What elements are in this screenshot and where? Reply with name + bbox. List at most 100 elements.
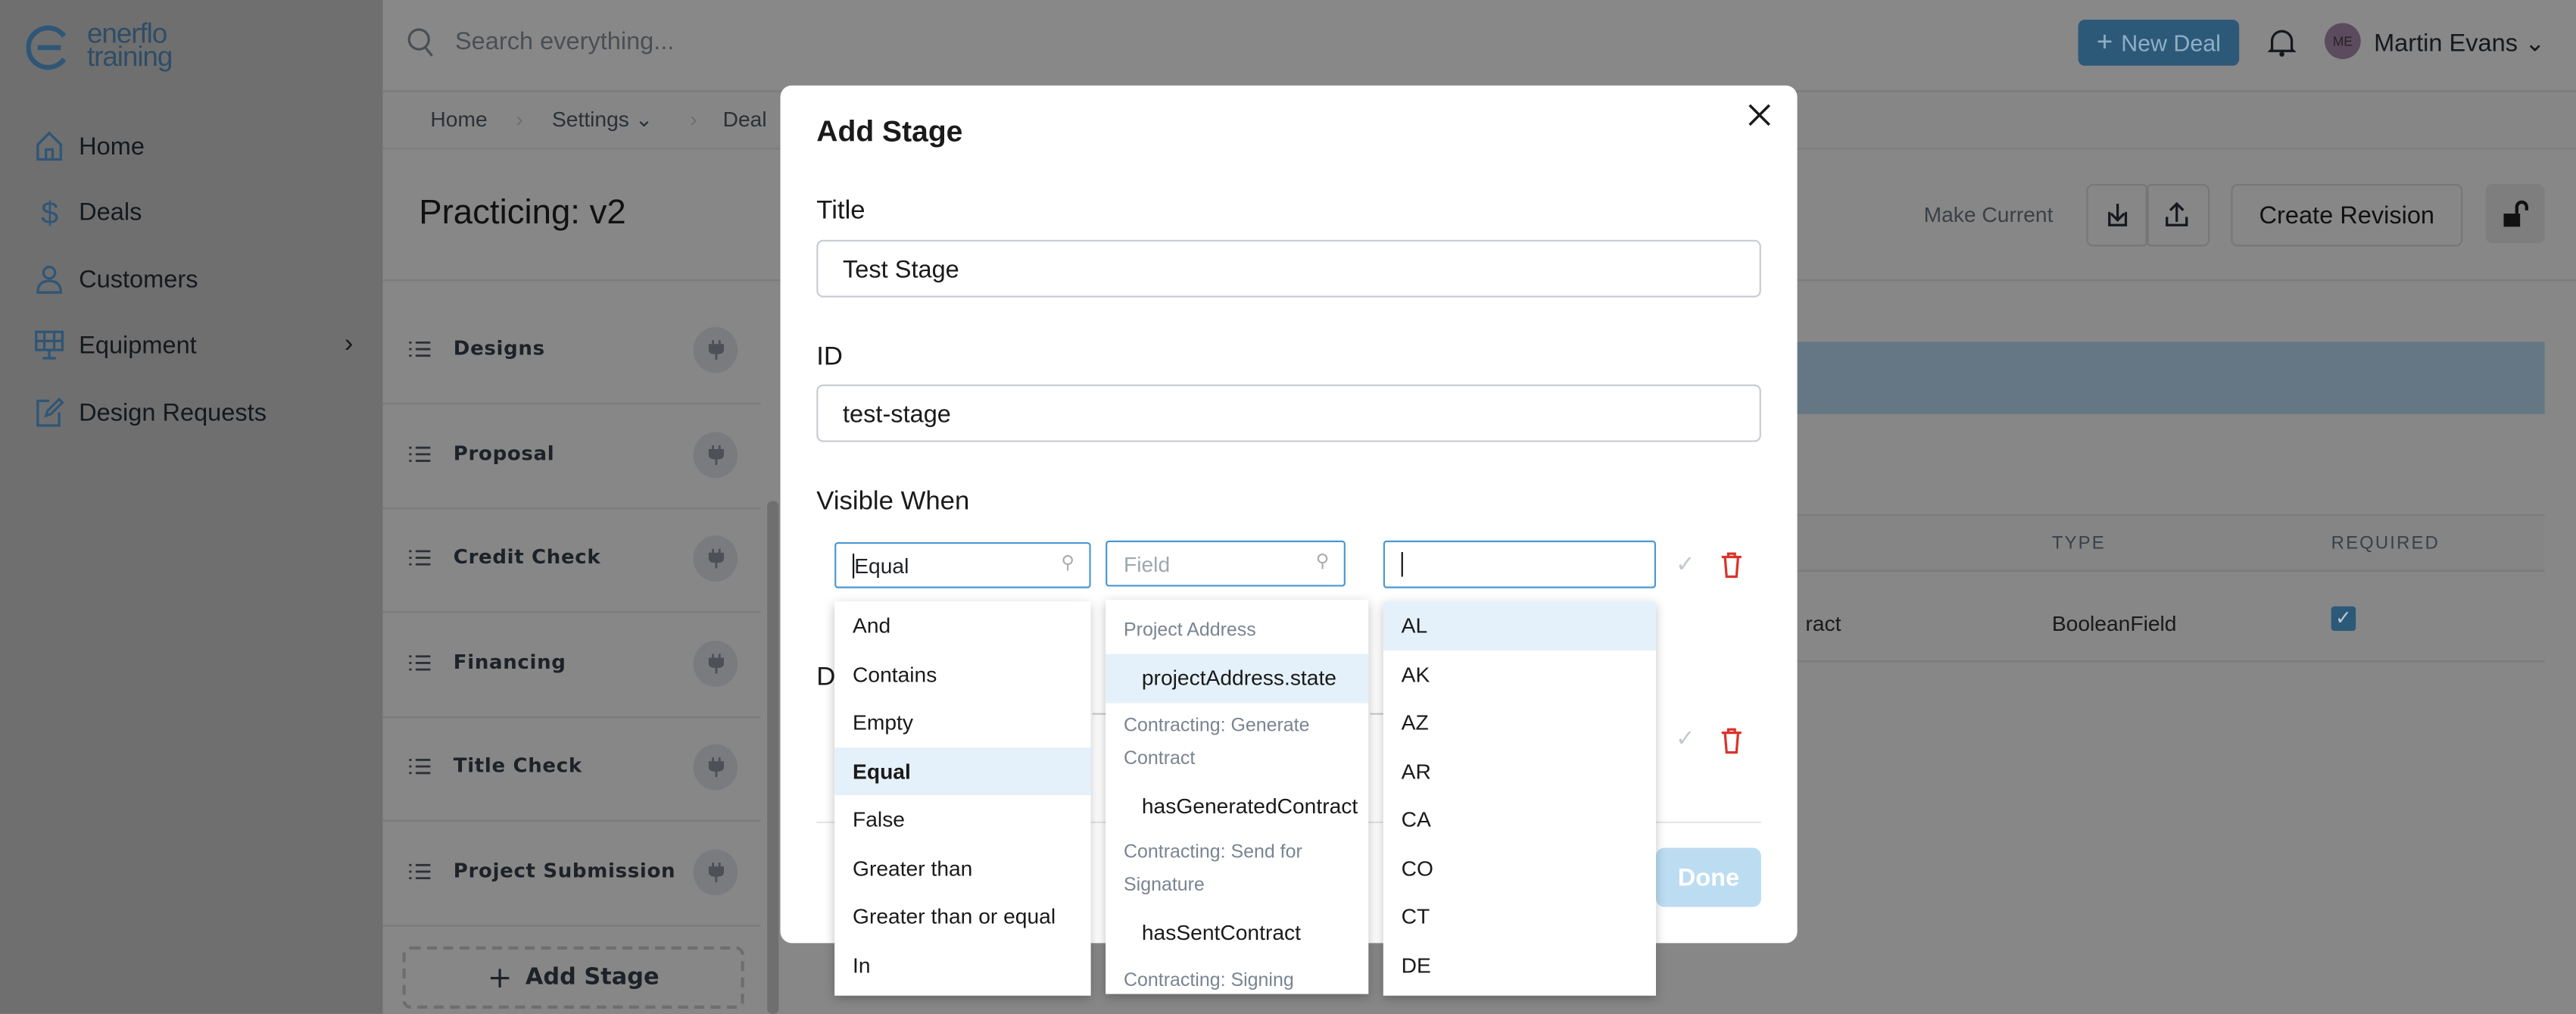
sidebar-item-customers[interactable]: Customers [33,258,353,301]
stage-item[interactable]: Credit Check [382,508,761,613]
info-banner [1797,342,2545,414]
enerflo-logo-icon [26,25,67,70]
new-deal-button[interactable]: + New Deal [2078,20,2240,66]
stage-item[interactable]: Financing [382,613,761,718]
field-option[interactable]: hasGeneratedContract [1106,782,1368,830]
operator-option[interactable]: And [834,601,1090,650]
stage-item[interactable]: Title Check [382,717,761,822]
breadcrumb-home[interactable]: Home [430,107,487,132]
lock-button[interactable] [2485,183,2545,244]
operator-option[interactable]: Greater than or equal [834,892,1090,941]
value-input[interactable] [1383,540,1656,588]
operator-select[interactable]: Equal ⚲ [834,541,1091,588]
scrollbar[interactable] [767,501,779,1014]
operator-dropdown: And Contains Empty Equal False Greater than Gr… [834,601,1091,996]
state-option[interactable]: AK [1383,650,1656,698]
state-option[interactable]: CT [1383,892,1656,941]
confirm-condition-icon[interactable]: ✓ [1676,551,1695,579]
drag-handle-icon[interactable] [409,654,431,672]
svg-text:$: $ [41,195,58,228]
state-option[interactable]: AZ [1383,698,1656,747]
breadcrumb-settings-label: Settings [551,107,629,132]
solar-panel-icon [35,330,64,360]
upload-button[interactable] [2145,183,2210,247]
avatar[interactable]: ME [2324,23,2361,60]
field-option[interactable]: hasSentContract [1106,909,1368,957]
stage-item[interactable]: Proposal [382,404,761,509]
make-current-button[interactable]: Make Current [1924,202,2054,227]
title-input[interactable]: Test Stage [816,239,1761,298]
search-input[interactable]: Search everything... [455,28,674,56]
state-option[interactable]: CO [1383,844,1656,892]
stage-item[interactable]: Designs [382,299,761,404]
drag-handle-icon[interactable] [409,758,431,776]
sidebar-item-label: Home [79,132,145,161]
state-option[interactable]: AR [1383,747,1656,795]
operator-option[interactable]: Contains [834,650,1090,698]
id-label: ID [816,343,844,372]
state-option[interactable]: AL [1383,601,1656,651]
drag-handle-icon[interactable] [409,340,431,358]
close-icon[interactable] [1748,104,1770,126]
edit-icon [36,397,64,427]
sidebar-item-label: Equipment [79,331,197,360]
breadcrumb-settings[interactable]: Settings ⌄ [552,107,653,133]
field-option[interactable]: projectAddress.state [1106,654,1369,703]
plug-icon[interactable] [693,744,738,791]
drag-handle-icon[interactable] [409,863,431,881]
dollar-icon: $ [41,195,58,228]
bell-icon[interactable] [2267,27,2297,59]
delete-condition-2-icon[interactable] [1720,728,1743,754]
drag-handle-icon[interactable] [409,445,431,463]
required-checkbox[interactable]: ✓ [2331,606,2356,632]
sidebar-item-label: Customers [79,265,198,294]
description-label: D [816,663,836,692]
column-header-required: REQUIRED [2331,534,2440,554]
state-option[interactable]: CA [1383,795,1656,844]
divider [1797,660,2545,663]
delete-condition-icon[interactable] [1720,552,1743,579]
breadcrumb-separator-icon: › [690,107,697,132]
sidebar-item-home[interactable]: Home [33,125,353,167]
id-input[interactable]: test-stage [816,384,1761,442]
sidebar-item-label: Design Requests [79,398,267,427]
plug-icon[interactable] [693,849,738,896]
field-group-label: Contracting: Generate Contract [1124,715,1310,769]
operator-option[interactable]: Greater than [834,844,1090,892]
chevron-right-icon: › [344,330,354,358]
plug-icon[interactable] [693,326,738,373]
operator-option[interactable]: False [834,795,1090,844]
operator-option[interactable]: Equal [834,747,1091,796]
operator-option[interactable]: In [834,941,1090,989]
done-button[interactable]: Done [1655,847,1761,907]
sidebar-item-design-requests[interactable]: Design Requests [33,391,353,433]
stage-label: Project Submission [453,859,676,883]
operator-value: Equal [853,554,909,579]
sidebar-item-equipment[interactable]: Equipment › [33,323,353,366]
plug-icon[interactable] [693,431,738,478]
value-text [1401,551,1403,577]
download-button[interactable] [2086,183,2149,247]
column-header-type: TYPE [2051,534,2106,554]
sidebar-item-deals[interactable]: $ Deals [33,191,353,233]
add-stage-button[interactable]: + Add Stage [402,946,744,1009]
plug-icon[interactable] [693,640,738,687]
field-dropdown: Project Address projectAddress.state Contr… [1106,599,1369,994]
stage-item[interactable]: Project Submission [382,822,761,927]
unlock-icon [2503,200,2529,227]
new-deal-label: New Deal [2121,30,2221,56]
create-revision-button[interactable]: Create Revision [2231,183,2463,247]
field-placeholder: Field [1124,551,1171,577]
drag-handle-icon[interactable] [409,549,431,567]
search-icon: ⚲ [1061,554,1074,574]
user-menu[interactable]: Martin Evans ⌄ [2374,28,2545,58]
visible-when-label: Visible When [816,488,970,516]
operator-option[interactable]: Empty [834,698,1090,747]
breadcrumb-deal[interactable]: Deal [723,107,767,132]
confirm-condition-2-icon[interactable]: ✓ [1676,725,1695,753]
plug-icon[interactable] [693,535,738,582]
state-option[interactable]: DE [1383,941,1656,989]
stage-label: Designs [453,336,545,360]
field-select[interactable]: Field ⚲ [1106,540,1346,587]
search-icon: ⚲ [1315,551,1330,573]
